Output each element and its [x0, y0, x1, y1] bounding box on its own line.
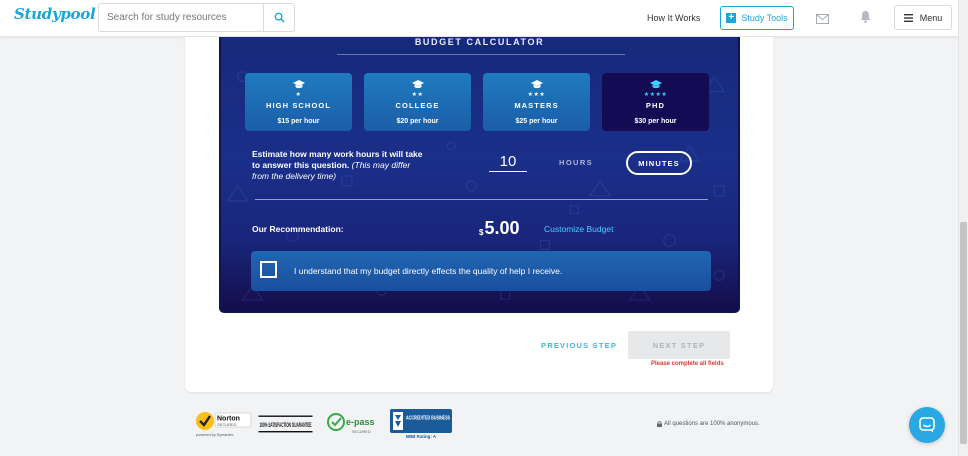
hamburger-icon: [903, 13, 913, 22]
tier-stars: ★★★: [527, 92, 546, 98]
agreement-text: I understand that my budget directly eff…: [294, 266, 563, 276]
epass-secured-badge: e-pass SECURED: [327, 413, 375, 434]
top-navbar: Studypool How It Works + Study Tools Men…: [0, 0, 958, 37]
hours-unit-toggle[interactable]: HOURS: [559, 158, 593, 167]
graduation-cap-icon: [292, 80, 305, 89]
tier-college[interactable]: ★★ COLLEGE $20 per hour: [364, 73, 471, 131]
search-box: [98, 3, 295, 32]
tier-name: MASTERS: [514, 101, 559, 110]
studypool-logo[interactable]: Studypool: [14, 5, 96, 23]
section-divider: [255, 199, 708, 200]
customize-budget-link[interactable]: Customize Budget: [544, 224, 613, 234]
study-tools-button[interactable]: + Study Tools: [720, 6, 794, 30]
menu-label: Menu: [919, 12, 943, 23]
tier-stars: ★★★★: [643, 92, 668, 98]
norton-secured-badge: Norton SECURED powered by Symantec: [196, 412, 252, 437]
bbb-label: ACCREDITED BUSINESS: [406, 416, 450, 422]
agreement-checkbox[interactable]: [260, 261, 277, 278]
calculator-title: BUDGET CALCULATOR: [414, 37, 545, 47]
graduation-cap-icon: [530, 80, 543, 89]
tier-name: HIGH SCHOOL: [265, 101, 332, 110]
tier-phd[interactable]: ★★★★ PHD $30 per hour: [602, 73, 709, 131]
norton-sub: SECURED: [217, 422, 237, 427]
recommendation-value: 5.00: [484, 218, 520, 238]
tier-name: PHD: [645, 101, 666, 110]
tier-price: $25 per hour: [515, 118, 558, 125]
plus-icon: +: [726, 13, 737, 23]
tier-name: COLLEGE: [395, 101, 440, 110]
title-divider: [337, 54, 625, 55]
tier-stars: ★: [295, 92, 302, 98]
tier-masters[interactable]: ★★★ MASTERS $25 per hour: [483, 73, 590, 131]
next-step-button[interactable]: NEXT STEP: [628, 331, 730, 359]
search-button[interactable]: [263, 4, 294, 31]
anonymous-text: All questions are 100% anonymous.: [664, 421, 760, 427]
currency-symbol: $: [479, 228, 484, 237]
bell-icon[interactable]: [860, 10, 871, 28]
study-tools-label: Study Tools: [741, 13, 788, 23]
chat-icon: [919, 417, 935, 433]
tier-price: $30 per hour: [634, 118, 677, 125]
hours-input[interactable]: 10: [489, 153, 527, 172]
validation-error: Please complete all fields: [651, 361, 724, 367]
graduation-cap-icon: [411, 80, 424, 89]
epass-sub: SECURED: [352, 430, 371, 434]
graduation-cap-icon: [649, 80, 662, 89]
norton-by: powered by Symantec: [196, 433, 234, 437]
chat-launcher-button[interactable]: [909, 407, 945, 443]
recommendation-label: Our Recommendation:: [252, 224, 344, 234]
tier-price: $20 per hour: [396, 118, 439, 125]
satisfaction-guarantee-badge: 100% SATISFACTION GUARANTEE: [258, 415, 313, 433]
previous-step-button[interactable]: PREVIOUS STEP: [541, 341, 617, 350]
budget-calculator: BUDGET CALCULATOR ★ HIGH SCHOOL $15 per …: [219, 37, 740, 313]
page-scrollbar[interactable]: [958, 0, 968, 456]
bbb-rating: BBB Rating: A: [406, 434, 437, 439]
tier-price: $15 per hour: [277, 118, 320, 125]
search-input[interactable]: [99, 4, 263, 31]
bbb-accredited-badge: ACCREDITED BUSINESS BBB Rating: A: [390, 409, 452, 439]
minutes-unit-toggle[interactable]: MINUTES: [626, 151, 692, 175]
search-icon: [274, 12, 285, 23]
recommendation-amount: $ 5.00: [479, 218, 520, 239]
scrollbar-thumb[interactable]: [960, 222, 967, 444]
anonymous-note: All questions are 100% anonymous.: [657, 421, 760, 427]
how-it-works-link[interactable]: How It Works: [647, 13, 700, 23]
hours-question: Estimate how many work hours it will tak…: [252, 149, 427, 182]
satisfaction-label: 100% SATISFACTION GUARANTEE: [260, 423, 312, 429]
epass-label: e-pass: [346, 417, 375, 427]
lock-icon: [657, 421, 662, 427]
mail-icon[interactable]: [816, 11, 829, 29]
tier-stars: ★★: [411, 92, 424, 98]
agreement-row: I understand that my budget directly eff…: [251, 251, 711, 291]
menu-button[interactable]: Menu: [894, 5, 952, 30]
tier-high-school[interactable]: ★ HIGH SCHOOL $15 per hour: [245, 73, 352, 131]
